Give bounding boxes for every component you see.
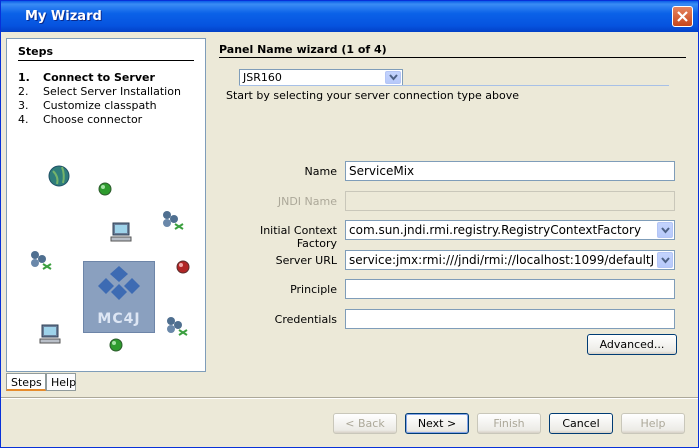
network-users-icon	[167, 317, 188, 336]
credentials-field[interactable]	[345, 309, 675, 329]
mc4j-logo: MC4J	[83, 261, 155, 333]
step-item: 3. Customize classpath	[18, 99, 157, 112]
next-button[interactable]: Next >	[405, 413, 469, 434]
network-users-icon	[31, 251, 52, 270]
close-button[interactable]	[672, 6, 693, 27]
network-users-icon	[163, 211, 184, 230]
footer-divider	[1, 397, 698, 399]
tab-steps[interactable]: Steps	[6, 373, 46, 391]
connection-type-underline	[239, 85, 669, 86]
green-node-icon	[98, 182, 112, 196]
dropdown-button[interactable]	[657, 252, 673, 268]
step-item: 2. Select Server Installation	[18, 85, 181, 98]
server-url-label: Server URL	[275, 254, 337, 267]
jndi-name-label: JNDI Name	[277, 195, 337, 208]
chevron-down-icon	[661, 227, 670, 234]
finish-button[interactable]: Finish	[477, 413, 541, 434]
chevron-down-icon	[661, 257, 670, 264]
red-node-icon	[176, 260, 190, 274]
panel-divider	[219, 57, 686, 58]
connection-type-select[interactable]: JSR160	[239, 69, 403, 86]
logo-text: MC4J	[97, 311, 141, 327]
globe-icon	[48, 165, 70, 187]
wizard-window: My Wizard Steps 1. Connect to Server 2. Se…	[0, 0, 699, 448]
decorative-art: MC4J	[7, 157, 205, 371]
computer-icon	[39, 324, 61, 344]
close-icon	[677, 11, 688, 22]
step-item: 1. Connect to Server	[18, 71, 155, 84]
dropdown-button[interactable]	[385, 71, 401, 84]
principle-label: Principle	[290, 283, 337, 296]
title-bar[interactable]: My Wizard	[1, 1, 698, 32]
back-button[interactable]: < Back	[333, 413, 397, 434]
help-button[interactable]: Help	[621, 413, 685, 434]
tab-help[interactable]: Help	[46, 373, 76, 391]
step-item: 4. Choose connector	[18, 113, 143, 126]
name-field[interactable]: ServiceMix	[345, 161, 675, 181]
dropdown-button[interactable]	[657, 222, 673, 238]
steps-list: 1. Connect to Server 2. Select Server Inst…	[18, 71, 181, 127]
advanced-button[interactable]: Advanced...	[587, 334, 677, 355]
principle-field[interactable]	[345, 279, 675, 299]
initial-context-factory-select[interactable]: com.sun.jndi.rmi.registry.RegistryContex…	[345, 220, 675, 240]
server-url-select[interactable]: service:jmx:rmi:///jndi/rmi://localhost:…	[345, 250, 675, 270]
name-label: Name	[304, 165, 337, 178]
green-node-icon	[109, 338, 123, 352]
computer-icon	[110, 222, 132, 242]
credentials-label: Credentials	[274, 313, 337, 326]
chevron-down-icon	[389, 74, 398, 81]
jndi-name-field	[345, 191, 675, 211]
steps-heading: Steps	[18, 45, 54, 58]
initial-context-factory-label: Initial Context Factory	[259, 224, 337, 250]
diamond-logo-icon	[98, 266, 140, 300]
window-title: My Wizard	[25, 9, 102, 24]
panel-title: Panel Name wizard (1 of 4)	[219, 43, 387, 56]
steps-panel: Steps 1. Connect to Server 2. Select Serve…	[6, 38, 206, 372]
connection-hint: Start by selecting your server connectio…	[226, 89, 519, 102]
steps-divider	[18, 60, 194, 61]
cancel-button[interactable]: Cancel	[549, 413, 613, 434]
